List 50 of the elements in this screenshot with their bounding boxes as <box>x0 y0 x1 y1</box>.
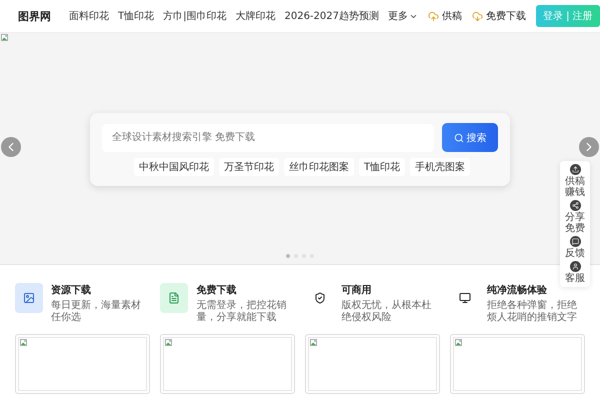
feature-description: 拒绝各种弹窗，拒绝烦人花哨的推销文字 <box>486 300 578 324</box>
previous-button[interactable] <box>1 137 21 157</box>
nav-dropdown[interactable]: 更多 <box>388 9 418 23</box>
feature-description: 每日更新，海量素材任你选 <box>51 300 142 324</box>
share-icon <box>570 200 580 211</box>
upload-icon <box>570 164 580 175</box>
broken-image-icon <box>165 339 172 346</box>
search-button[interactable]: 搜索 <box>442 123 498 152</box>
logo-text: 图界网 <box>18 8 51 24</box>
image-icon <box>15 283 43 313</box>
search-icon <box>454 132 464 142</box>
image-card[interactable] <box>305 334 440 394</box>
search-tag[interactable]: 丝巾印花图案 <box>284 158 354 176</box>
search-tag[interactable]: T恤印花 <box>359 158 406 176</box>
monitor-icon <box>458 292 471 304</box>
nav-link[interactable]: 大牌印花 <box>235 9 276 23</box>
search-tag[interactable]: 手机壳图案 <box>410 158 470 176</box>
cloud-upload-icon <box>428 10 439 22</box>
search-field[interactable]: 全球设计素材搜索引擎 免费下载 <box>102 124 434 152</box>
next-button[interactable] <box>579 137 599 157</box>
feature-title: 免费下载 <box>196 284 236 297</box>
broken-image-icon <box>455 339 462 346</box>
nav-link[interactable]: 方巾|围巾印花 <box>163 9 226 23</box>
feature-title: 可商用 <box>342 283 372 297</box>
search-tag[interactable]: 万圣节印花 <box>219 158 279 176</box>
side-panel-item[interactable]: 客服 <box>565 261 585 284</box>
carousel-dot[interactable] <box>286 254 290 258</box>
feature-title: 纯净流畅体验 <box>486 283 547 297</box>
broken-image-icon <box>310 339 317 346</box>
image-card[interactable] <box>160 334 295 394</box>
user-icon <box>570 261 580 272</box>
cloud-download-icon <box>472 10 483 22</box>
image-card[interactable] <box>15 334 150 394</box>
feature-description: 无需登录，把控花销量，分享就能下载 <box>196 300 288 324</box>
search-tag[interactable]: 中秋中国风印花 <box>134 158 214 176</box>
header-link[interactable]: 免费下载 <box>472 9 526 23</box>
chat-icon <box>570 236 580 247</box>
nav-link[interactable]: 面料印花 <box>69 9 109 23</box>
feature-title: 资源下载 <box>51 284 91 297</box>
image-card[interactable] <box>450 334 585 394</box>
broken-image-icon <box>20 339 27 346</box>
nav-link[interactable]: T恤印花 <box>118 9 154 23</box>
document-icon <box>160 283 188 313</box>
side-panel-item[interactable]: 分享免费 <box>565 200 585 234</box>
side-panel-item[interactable]: 供稿赚钱 <box>565 164 585 198</box>
header-link[interactable]: 供稿 <box>428 9 462 23</box>
shield-icon <box>314 292 326 304</box>
side-panel-item[interactable]: 反馈 <box>565 236 585 259</box>
nav-link[interactable]: 2026-2027趋势预测 <box>284 9 379 23</box>
feature-description: 版权无忧，从根本杜绝侵权风险 <box>342 300 432 324</box>
